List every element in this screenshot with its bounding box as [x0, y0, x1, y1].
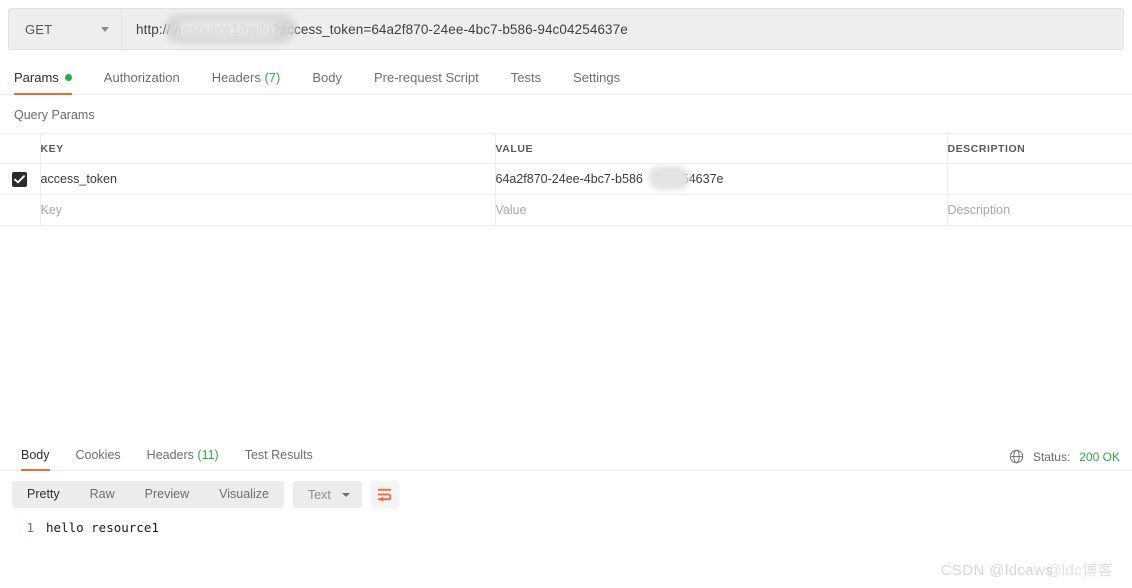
column-header-description: DESCRIPTION	[947, 133, 1132, 164]
response-view-modes: Pretty Raw Preview Visualize	[12, 481, 284, 508]
tab-headers-label: Headers	[211, 70, 261, 85]
response-status-area: Status: 200 OK	[1009, 449, 1120, 464]
param-value-left: 64a2f870-24ee-4bc7-b586	[495, 172, 643, 186]
wrap-text-icon	[378, 488, 392, 502]
redaction-blur-token	[647, 166, 690, 190]
response-tab-test-results-label: Test Results	[244, 448, 313, 462]
header-checkbox-cell	[0, 133, 41, 164]
tab-pre-request-script-label: Pre-request Script	[373, 70, 479, 85]
column-header-key: KEY	[40, 133, 496, 164]
tab-settings[interactable]: Settings	[573, 70, 620, 94]
response-pane: Body Cookies Headers (11) Test Results S…	[0, 440, 1132, 588]
request-url-bar: GET http:// /resource1/hello?access_toke…	[8, 8, 1124, 50]
table-header-row: KEY VALUE DESCRIPTION	[0, 133, 1132, 164]
status-badge: 200 OK	[1079, 449, 1120, 464]
tab-authorization-label: Authorization	[103, 70, 180, 85]
tab-body-label: Body	[312, 70, 342, 85]
response-tab-headers[interactable]: Headers (11)	[147, 448, 219, 470]
http-method-label: GET	[25, 21, 53, 37]
param-enabled-checkbox[interactable]	[12, 171, 28, 187]
param-description-input[interactable]	[947, 163, 1132, 195]
row-checkbox-cell-empty	[0, 194, 41, 226]
new-param-key-input[interactable]: Key	[40, 194, 496, 226]
response-toolbar: Pretty Raw Preview Visualize Text	[0, 471, 1132, 508]
response-format-select[interactable]: Text	[292, 481, 362, 508]
tab-pre-request-script[interactable]: Pre-request Script	[374, 70, 479, 94]
http-method-select[interactable]: GET	[9, 9, 122, 49]
response-tab-headers-count: (11)	[197, 448, 219, 462]
chevron-down-icon	[101, 26, 109, 32]
line-content: hello resource1	[46, 520, 159, 535]
tab-params[interactable]: Params	[14, 70, 72, 95]
response-tab-body-label: Body	[21, 448, 50, 462]
status-label: Status:	[1032, 449, 1071, 464]
chevron-down-icon	[341, 492, 350, 497]
new-param-description-input[interactable]: Description	[947, 194, 1132, 226]
check-icon	[14, 174, 26, 183]
response-tab-cookies-label: Cookies	[75, 448, 121, 462]
param-value-input[interactable]: 64a2f870-24ee-4bc7-b586xxxx4254637e	[495, 163, 948, 195]
param-key-input[interactable]: access_token	[40, 163, 496, 195]
view-mode-preview[interactable]: Preview	[130, 481, 204, 508]
wrap-lines-button[interactable]	[370, 481, 399, 508]
tab-authorization[interactable]: Authorization	[104, 70, 180, 94]
tab-headers[interactable]: Headers (7)	[212, 70, 281, 94]
response-tabs: Body Cookies Headers (11) Test Results S…	[0, 440, 1132, 471]
table-row-empty: Key Value Description	[0, 194, 1132, 226]
tab-params-label: Params	[14, 70, 59, 85]
line-number: 1	[26, 520, 34, 535]
redaction-blur-host	[165, 14, 296, 43]
column-header-value: VALUE	[495, 133, 948, 164]
response-tab-headers-label: Headers	[146, 448, 194, 462]
request-tabs: Params Authorization Headers (7) Body Pr…	[0, 61, 1132, 95]
params-active-dot-icon	[64, 74, 72, 82]
response-tab-cookies[interactable]: Cookies	[76, 448, 121, 470]
tab-tests-label: Tests	[510, 70, 542, 85]
response-body-code: 1 hello resource1	[0, 508, 1132, 535]
tab-tests[interactable]: Tests	[511, 70, 541, 94]
view-mode-pretty[interactable]: Pretty	[12, 481, 75, 508]
response-tab-test-results[interactable]: Test Results	[245, 448, 313, 470]
tab-headers-count: (7)	[264, 70, 281, 85]
query-params-table: KEY VALUE DESCRIPTION access_token 64a2f…	[0, 133, 1132, 226]
new-param-value-input[interactable]: Value	[495, 194, 948, 226]
response-tab-body[interactable]: Body	[21, 448, 50, 471]
globe-icon[interactable]	[1009, 449, 1024, 464]
tab-body[interactable]: Body	[312, 70, 342, 94]
row-checkbox-cell	[0, 163, 41, 195]
view-mode-visualize[interactable]: Visualize	[204, 481, 284, 508]
code-line: 1 hello resource1	[0, 520, 1132, 535]
table-row: access_token 64a2f870-24ee-4bc7-b586xxxx…	[0, 163, 1132, 195]
response-format-label: Text	[307, 487, 331, 502]
view-mode-raw[interactable]: Raw	[75, 481, 130, 508]
query-params-title: Query Params	[14, 108, 95, 122]
tab-settings-label: Settings	[573, 70, 621, 85]
url-input[interactable]: http:// /resource1/hello?access_token=64…	[122, 9, 1123, 49]
